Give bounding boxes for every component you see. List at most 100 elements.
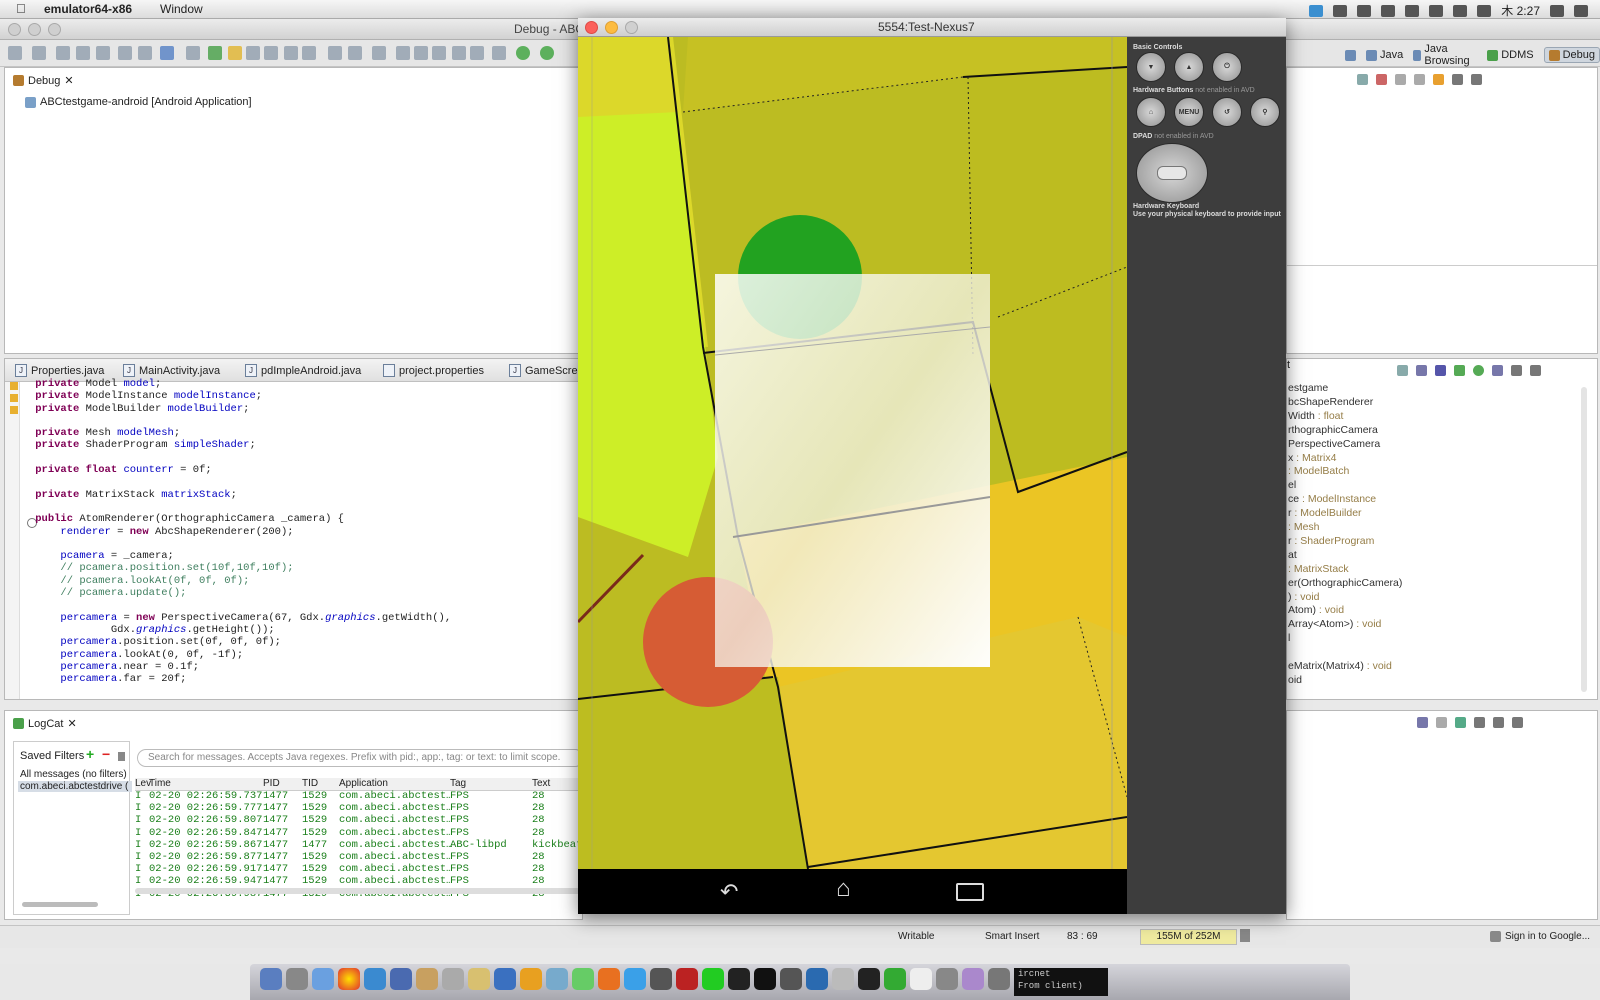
outline-item[interactable]: PerspectiveCamera: [1288, 438, 1380, 450]
input-method-icon[interactable]: [1477, 4, 1492, 17]
toggle-icon[interactable]: [302, 46, 316, 60]
outline-item[interactable]: ce : ModelInstance: [1288, 493, 1376, 505]
itunes-icon[interactable]: [494, 968, 516, 990]
hide-local-types-icon[interactable]: [1492, 365, 1503, 376]
logcat-row[interactable]: I 02-20 02:26:59.947 1477 1529 com.abeci.abc…: [135, 875, 580, 887]
open-console-icon[interactable]: [1455, 717, 1466, 728]
outline-item[interactable]: er(OrthographicCamera): [1288, 577, 1402, 589]
terminal-preview[interactable]: ircnet From client): [1014, 968, 1108, 996]
outline-item[interactable]: eMatrix(Matrix4) : void: [1288, 660, 1392, 672]
messages-icon[interactable]: [572, 968, 594, 990]
outline-item[interactable]: at: [1288, 549, 1297, 561]
save-all-icon[interactable]: [76, 46, 90, 60]
open-perspective-icon[interactable]: [1345, 49, 1356, 61]
window-menu[interactable]: Window: [160, 2, 203, 16]
brackets-icon[interactable]: [702, 968, 724, 990]
display-console-icon[interactable]: [1417, 717, 1428, 728]
collapse-icon[interactable]: [1357, 74, 1368, 85]
open-icon[interactable]: [32, 46, 46, 60]
new-icon[interactable]: [8, 46, 22, 60]
forward-icon[interactable]: [348, 46, 362, 60]
run-icon[interactable]: [516, 46, 530, 60]
contacts-icon[interactable]: [416, 968, 438, 990]
view-menu-icon[interactable]: [1511, 365, 1522, 376]
clock[interactable]: 木 2:27: [1501, 2, 1540, 19]
music-icon[interactable]: [962, 968, 984, 990]
logcat-row[interactable]: I 02-20 02:26:59.807 1477 1529 com.abeci.abc…: [135, 814, 580, 826]
logcat-row[interactable]: I 02-20 02:26:59.847 1477 1529 com.abeci.abc…: [135, 827, 580, 839]
collapse-all-icon[interactable]: [1397, 365, 1408, 376]
format-icon[interactable]: [284, 46, 298, 60]
terminate-icon[interactable]: [432, 46, 446, 60]
menu-hw-button[interactable]: MENU: [1174, 97, 1204, 127]
suspend-icon[interactable]: [414, 46, 428, 60]
time-machine-icon[interactable]: [1381, 4, 1396, 17]
outline-item[interactable]: ) : void: [1288, 591, 1320, 603]
system-prefs-icon[interactable]: [650, 968, 672, 990]
outline-tab-partial[interactable]: t: [1287, 359, 1295, 371]
home-nav-icon[interactable]: ⌂: [836, 877, 851, 901]
close-tab-icon[interactable]: ✕: [64, 74, 73, 87]
app-menu[interactable]: emulator64-x86: [44, 2, 132, 16]
home-hw-icon[interactable]: ⌂: [1136, 97, 1166, 127]
pin-console-icon[interactable]: [1436, 717, 1447, 728]
display-icon[interactable]: [1357, 4, 1372, 17]
outline-item[interactable]: : Mesh: [1288, 521, 1320, 533]
mail-icon[interactable]: [390, 968, 412, 990]
back-nav-icon[interactable]: ↶: [720, 881, 738, 903]
perspective-debug[interactable]: Debug: [1543, 47, 1600, 63]
run-external-icon[interactable]: [540, 46, 554, 60]
perspective-ddms[interactable]: DDMS: [1487, 49, 1534, 61]
sort-icon[interactable]: [1416, 365, 1427, 376]
twitter-icon[interactable]: [1309, 4, 1324, 17]
code-editor[interactable]: private Model model; private ModelInstan…: [10, 378, 580, 683]
logcat-scrollbar[interactable]: [135, 888, 580, 894]
launch-tree-item[interactable]: ABCtestgame-android [Android Application…: [25, 96, 252, 108]
layout-icon[interactable]: [246, 46, 260, 60]
step-icon[interactable]: [208, 46, 222, 60]
folder-icon[interactable]: [936, 968, 958, 990]
outline-item[interactable]: Array<Atom>) : void: [1288, 618, 1381, 630]
outline-scrollbar[interactable]: [1581, 387, 1587, 692]
app-store-icon[interactable]: [312, 968, 334, 990]
launchpad-icon[interactable]: [286, 968, 308, 990]
paragraph-icon[interactable]: [264, 46, 278, 60]
minimize-icon[interactable]: [1452, 74, 1463, 85]
outline-item[interactable]: oid: [1288, 674, 1302, 686]
dpad-control[interactable]: [1136, 143, 1208, 203]
logcat-row[interactable]: I 02-20 02:26:59.877 1477 1529 com.abeci.abc…: [135, 851, 580, 863]
outline-item[interactable]: rthographicCamera: [1288, 424, 1378, 436]
zoom-window-button[interactable]: [625, 21, 638, 34]
finder-icon[interactable]: [260, 968, 282, 990]
tab-logcat[interactable]: LogCat ✕: [7, 715, 83, 732]
outline-item[interactable]: r : ModelBuilder: [1288, 507, 1362, 519]
hide-static-icon[interactable]: [1454, 365, 1465, 376]
remove-all-icon[interactable]: [1395, 74, 1406, 85]
minimize-window-button[interactable]: [605, 21, 618, 34]
volume-down-icon[interactable]: ▼: [1136, 52, 1166, 82]
outline-item[interactable]: bcShapeRenderer: [1288, 396, 1373, 408]
outline-item[interactable]: l: [1288, 632, 1290, 644]
outline-item[interactable]: el: [1288, 479, 1296, 491]
zoom-window-button[interactable]: [48, 23, 61, 36]
outline-item[interactable]: estgame: [1288, 382, 1328, 394]
kindle-icon[interactable]: [520, 968, 542, 990]
terminal-icon[interactable]: [858, 968, 880, 990]
remove-filter-icon[interactable]: −: [102, 746, 110, 762]
clipboard-icon[interactable]: [1333, 4, 1348, 17]
preview-icon[interactable]: [442, 968, 464, 990]
safari-icon[interactable]: [364, 968, 386, 990]
calendar-icon[interactable]: [546, 968, 568, 990]
vlc-icon[interactable]: [598, 968, 620, 990]
android-icon[interactable]: [884, 968, 906, 990]
tab-pdimpleandroid-java[interactable]: JpdImpleAndroid.java: [239, 362, 367, 379]
recents-nav-icon[interactable]: [956, 883, 984, 901]
maximize-icon[interactable]: [1530, 365, 1541, 376]
highlight-icon[interactable]: [228, 46, 242, 60]
trash-dock-icon[interactable]: [988, 968, 1010, 990]
tab-debug[interactable]: Debug ✕: [7, 72, 80, 89]
penguin-icon[interactable]: [910, 968, 932, 990]
resume-icon[interactable]: [396, 46, 410, 60]
volume-icon[interactable]: [1429, 4, 1444, 17]
lint-icon[interactable]: [186, 46, 200, 60]
